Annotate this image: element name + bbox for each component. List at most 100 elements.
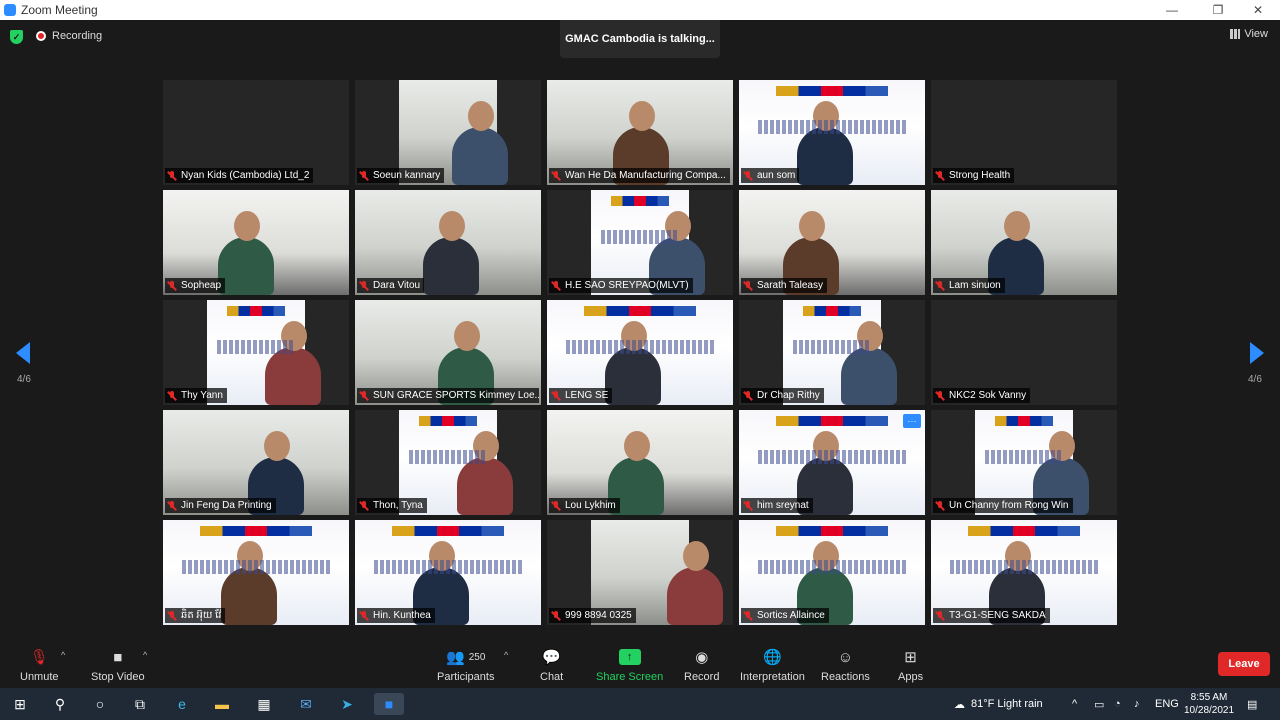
muted-microphone-icon — [935, 610, 945, 621]
unmute-button[interactable]: 🎙 Unmute — [20, 646, 59, 683]
cortana-icon[interactable]: ○ — [85, 693, 115, 715]
share-screen-button[interactable]: ↑ Share Screen — [596, 646, 663, 683]
participant-tile[interactable]: LENG SE — [547, 300, 733, 405]
participant-tile[interactable]: Jin Feng Da Printing — [163, 410, 349, 515]
record-dot-icon — [36, 31, 46, 41]
minimize-button[interactable]: — — [1154, 0, 1190, 20]
close-button[interactable]: ✕ — [1240, 0, 1276, 20]
show-hidden-icons-chevron-icon[interactable]: ^ — [1072, 688, 1077, 720]
participant-name-label: Lou Lykhim — [549, 498, 620, 513]
participant-tile[interactable]: him sreynat ··· — [739, 410, 925, 515]
reactions-label: Reactions — [821, 671, 870, 683]
edge-browser-icon[interactable]: e — [167, 693, 197, 715]
mail-icon[interactable]: ✉ — [291, 693, 321, 715]
participant-name: Thon, Tyna — [373, 500, 423, 511]
participant-name: Sarath Taleasy — [757, 280, 823, 291]
participant-name-label: Nyan Kids (Cambodia) Ltd_2 — [165, 168, 314, 183]
participant-tile[interactable]: Thy Yann — [163, 300, 349, 405]
security-shield-icon[interactable]: ✓ — [10, 30, 23, 44]
participant-tile[interactable]: T3-G1-SENG SAKDA — [931, 520, 1117, 625]
leave-button[interactable]: Leave — [1218, 652, 1270, 676]
muted-microphone-icon — [551, 500, 561, 511]
next-page-arrow-icon[interactable] — [1250, 342, 1264, 364]
meeting-stage: ✓ Recording GMAC Cambodia is talking... … — [0, 20, 1280, 632]
share-icon-wrap: ↑ — [618, 646, 641, 668]
participant-name: him sreynat — [757, 500, 809, 511]
participant-name: ឆិត អ៊ុយ វ៉ែ — [181, 610, 222, 621]
clock[interactable]: 8:55 AM 10/28/2021 — [1184, 688, 1234, 720]
participant-tile[interactable]: Strong Health — [931, 80, 1117, 185]
participant-tile[interactable]: Un Channy from Rong Win — [931, 410, 1117, 515]
participant-tile[interactable]: Thon, Tyna — [355, 410, 541, 515]
muted-microphone-icon — [359, 610, 369, 621]
participant-tile[interactable]: Hin. Kunthea — [355, 520, 541, 625]
stop-video-button[interactable]: ■ Stop Video — [91, 646, 145, 684]
view-button[interactable]: View — [1230, 28, 1268, 40]
participant-name-label: Hin. Kunthea — [357, 608, 435, 623]
muted-microphone-icon — [743, 610, 753, 621]
audio-options-chevron-icon[interactable]: ^ — [61, 650, 65, 660]
participant-name: Sortics Allaince — [757, 610, 825, 621]
participant-figure — [265, 321, 321, 405]
tile-more-options-button[interactable]: ··· — [903, 414, 921, 428]
file-explorer-icon[interactable]: ▬ — [207, 693, 237, 715]
muted-microphone-icon — [935, 500, 945, 511]
wifi-icon[interactable]: ◔ — [1114, 688, 1121, 720]
search-icon[interactable]: ⚲ — [45, 693, 75, 715]
participant-tile[interactable]: ឆិត អ៊ុយ វ៉ែ — [163, 520, 349, 625]
participant-name-label: T3-G1-SENG SAKDA — [933, 608, 1050, 623]
apps-button[interactable]: ⊞ Apps — [898, 646, 923, 683]
muted-microphone-icon — [551, 390, 561, 401]
participants-button[interactable]: 👥 250 Participants — [437, 646, 494, 683]
participant-tile[interactable]: Nyan Kids (Cambodia) Ltd_2 — [163, 80, 349, 185]
participants-icon: 👥 — [446, 649, 465, 666]
participant-tile[interactable]: aun som — [739, 80, 925, 185]
participant-name: aun som — [757, 170, 796, 181]
task-view-icon[interactable]: ⧉ — [125, 693, 155, 715]
zoom-taskbar-icon[interactable]: ■ — [374, 693, 404, 715]
participant-tile[interactable]: Sortics Allaince — [739, 520, 925, 625]
participants-chevron-icon[interactable]: ^ — [504, 650, 508, 660]
weather-text: 81°F Light rain — [971, 698, 1043, 710]
participant-tile[interactable]: Soeun kannary — [355, 80, 541, 185]
muted-microphone-icon — [935, 280, 945, 291]
chat-button[interactable]: 💬 Chat — [540, 646, 563, 683]
share-screen-label: Share Screen — [596, 671, 664, 683]
battery-icon[interactable]: ▭ — [1094, 688, 1104, 720]
muted-microphone-icon — [551, 610, 561, 621]
muted-microphone-icon — [167, 500, 177, 511]
volume-icon[interactable]: ♪ — [1134, 688, 1140, 720]
participant-tile[interactable]: NKC2 Sok Vanny — [931, 300, 1117, 405]
participants-count: 250 — [468, 651, 486, 663]
participant-tile[interactable]: Wan He Da Manufacturing Compa... — [547, 80, 733, 185]
participant-name-label: Dr Chap Rithy — [741, 388, 824, 403]
participant-tile[interactable]: Dr Chap Rithy — [739, 300, 925, 405]
interpretation-button[interactable]: 🌐 Interpretation — [740, 646, 805, 683]
windows-start-icon[interactable]: ⊞ — [5, 693, 35, 715]
recording-indicator[interactable]: Recording — [36, 30, 102, 42]
participant-tile[interactable]: Sarath Taleasy — [739, 190, 925, 295]
participant-name-label: Strong Health — [933, 168, 1015, 183]
muted-microphone-icon: 🎙 — [29, 649, 49, 666]
previous-page-arrow-icon[interactable] — [16, 342, 30, 364]
participant-tile[interactable]: Lam sinuon — [931, 190, 1117, 295]
participant-tile[interactable]: 999 8894 0325 — [547, 520, 733, 625]
clock-time: 8:55 AM — [1190, 692, 1228, 703]
participant-tile[interactable]: Lou Lykhim — [547, 410, 733, 515]
maximize-button[interactable]: ❐ — [1200, 0, 1236, 20]
video-options-chevron-icon[interactable]: ^ — [143, 650, 147, 660]
participant-name-label: LENG SE — [549, 388, 613, 403]
telegram-icon[interactable]: ➤ — [332, 693, 362, 715]
participant-figure — [452, 101, 508, 185]
microsoft-store-icon[interactable]: ▦ — [249, 693, 279, 715]
reactions-button[interactable]: ☺ Reactions — [821, 646, 870, 684]
participant-tile[interactable]: H.E SAO SREYPAO(MLVT) — [547, 190, 733, 295]
input-language[interactable]: ENG — [1155, 688, 1179, 720]
meeting-toolbar: 🎙 Unmute ^ ■ Stop Video ^ 👥 250 Particip… — [0, 632, 1280, 688]
weather-widget[interactable]: ☁ 81°F Light rain — [954, 688, 1043, 720]
participant-tile[interactable]: Dara Vitou — [355, 190, 541, 295]
participant-tile[interactable]: SUN GRACE SPORTS Kimmey Loe... — [355, 300, 541, 405]
participant-tile[interactable]: Sopheap — [163, 190, 349, 295]
notifications-icon[interactable]: ▤ — [1247, 688, 1257, 720]
record-button[interactable]: ◉ Record — [684, 646, 719, 683]
